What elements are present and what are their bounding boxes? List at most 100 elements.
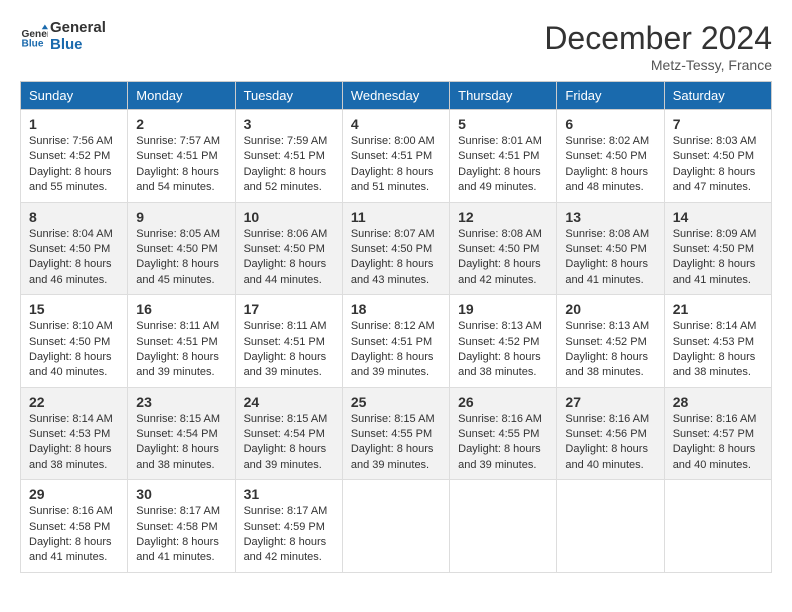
- calendar-cell: 6 Sunrise: 8:02 AMSunset: 4:50 PMDaylight…: [557, 110, 664, 203]
- calendar-cell: [450, 480, 557, 573]
- calendar-cell: 27Sunrise: 8:16 AMSunset: 4:56 PMDayligh…: [557, 387, 664, 480]
- calendar-cell: 10 Sunrise: 8:06 AMSunset: 4:50 PMDayligh…: [235, 202, 342, 295]
- day-number: 10: [244, 209, 334, 225]
- day-info: Sunrise: 8:14 AMSunset: 4:53 PMDaylight:…: [673, 319, 763, 381]
- day-info: Sunrise: 8:04 AMSunset: 4:50 PMDaylight:…: [29, 227, 119, 289]
- day-number: 18: [351, 301, 441, 317]
- calendar-cell: 17 Sunrise: 8:11 AMSunset: 4:51 PMDayligh…: [235, 295, 342, 388]
- day-info: Sunrise: 8:15 AMSunset: 4:54 PMDaylight:…: [136, 412, 226, 474]
- weekday-header: Thursday: [450, 82, 557, 110]
- calendar-cell: 30 Sunrise: 8:17 AMSunset: 4:58 PMDayligh…: [128, 480, 235, 573]
- day-info: Sunrise: 8:07 AMSunset: 4:50 PMDaylight:…: [351, 227, 441, 289]
- calendar-cell: 9 Sunrise: 8:05 AMSunset: 4:50 PMDaylight…: [128, 202, 235, 295]
- day-info: Sunrise: 8:01 AMSunset: 4:51 PMDaylight:…: [458, 134, 548, 196]
- weekday-header: Wednesday: [342, 82, 449, 110]
- day-info: Sunrise: 8:08 AMSunset: 4:50 PMDaylight:…: [565, 227, 655, 289]
- day-info: Sunrise: 8:06 AMSunset: 4:50 PMDaylight:…: [244, 227, 334, 289]
- day-number: 30: [136, 486, 226, 502]
- day-number: 6: [565, 116, 655, 132]
- day-info: Sunrise: 8:05 AMSunset: 4:50 PMDaylight:…: [136, 227, 226, 289]
- calendar-cell: 25 Sunrise: 8:15 AMSunset: 4:55 PMDayligh…: [342, 387, 449, 480]
- calendar-cell: 20 Sunrise: 8:13 AMSunset: 4:52 PMDayligh…: [557, 295, 664, 388]
- day-info: Sunrise: 8:10 AMSunset: 4:50 PMDaylight:…: [29, 319, 119, 381]
- calendar-cell: 16 Sunrise: 8:11 AMSunset: 4:51 PMDayligh…: [128, 295, 235, 388]
- day-info: Sunrise: 8:15 AMSunset: 4:55 PMDaylight:…: [351, 412, 441, 474]
- weekday-header: Friday: [557, 82, 664, 110]
- day-number: 25: [351, 394, 441, 410]
- day-number: 15: [29, 301, 119, 317]
- day-info: Sunrise: 8:11 AMSunset: 4:51 PMDaylight:…: [244, 319, 334, 381]
- calendar-cell: 11 Sunrise: 8:07 AMSunset: 4:50 PMDayligh…: [342, 202, 449, 295]
- day-number: 14: [673, 209, 763, 225]
- logo-icon: General Blue: [20, 23, 48, 51]
- weekday-header: Sunday: [21, 82, 128, 110]
- calendar-cell: 18 Sunrise: 8:12 AMSunset: 4:51 PMDayligh…: [342, 295, 449, 388]
- title-block: December 2024 Metz-Tessy, France: [544, 20, 772, 73]
- calendar-cell: 5 Sunrise: 8:01 AMSunset: 4:51 PMDaylight…: [450, 110, 557, 203]
- calendar-cell: [664, 480, 771, 573]
- calendar-cell: 26 Sunrise: 8:16 AMSunset: 4:55 PMDayligh…: [450, 387, 557, 480]
- day-info: Sunrise: 7:56 AMSunset: 4:52 PMDaylight:…: [29, 134, 119, 196]
- calendar-cell: 1Sunrise: 7:56 AMSunset: 4:52 PMDaylight…: [21, 110, 128, 203]
- calendar-cell: 4Sunrise: 8:00 AMSunset: 4:51 PMDaylight…: [342, 110, 449, 203]
- day-number: 17: [244, 301, 334, 317]
- calendar-cell: 23 Sunrise: 8:15 AMSunset: 4:54 PMDayligh…: [128, 387, 235, 480]
- day-number: 27: [565, 394, 655, 410]
- logo-line2: Blue: [50, 37, 106, 54]
- day-info: Sunrise: 8:13 AMSunset: 4:52 PMDaylight:…: [565, 319, 655, 381]
- day-info: Sunrise: 8:03 AMSunset: 4:50 PMDaylight:…: [673, 134, 763, 196]
- day-info: Sunrise: 8:16 AMSunset: 4:58 PMDaylight:…: [29, 504, 119, 566]
- day-number: 24: [244, 394, 334, 410]
- weekday-header: Monday: [128, 82, 235, 110]
- day-number: 28: [673, 394, 763, 410]
- calendar-cell: 22 Sunrise: 8:14 AMSunset: 4:53 PMDayligh…: [21, 387, 128, 480]
- day-number: 2: [136, 116, 226, 132]
- day-number: 19: [458, 301, 548, 317]
- day-number: 7: [673, 116, 763, 132]
- day-number: 8: [29, 209, 119, 225]
- calendar-cell: 2 Sunrise: 7:57 AMSunset: 4:51 PMDaylight…: [128, 110, 235, 203]
- page-header: General Blue General Blue December 2024 …: [20, 20, 772, 73]
- day-info: Sunrise: 7:57 AMSunset: 4:51 PMDaylight:…: [136, 134, 226, 196]
- day-info: Sunrise: 8:00 AMSunset: 4:51 PMDaylight:…: [351, 134, 441, 196]
- calendar-cell: 3 Sunrise: 7:59 AMSunset: 4:51 PMDaylight…: [235, 110, 342, 203]
- svg-text:Blue: Blue: [22, 38, 44, 49]
- day-info: Sunrise: 8:16 AMSunset: 4:57 PMDaylight:…: [673, 412, 763, 474]
- calendar-cell: 7 Sunrise: 8:03 AMSunset: 4:50 PMDaylight…: [664, 110, 771, 203]
- day-number: 29: [29, 486, 119, 502]
- day-number: 21: [673, 301, 763, 317]
- day-number: 16: [136, 301, 226, 317]
- calendar-cell: 21 Sunrise: 8:14 AMSunset: 4:53 PMDayligh…: [664, 295, 771, 388]
- day-number: 23: [136, 394, 226, 410]
- day-number: 13: [565, 209, 655, 225]
- day-number: 11: [351, 209, 441, 225]
- day-info: Sunrise: 8:02 AMSunset: 4:50 PMDaylight:…: [565, 134, 655, 196]
- calendar-cell: 24Sunrise: 8:15 AMSunset: 4:54 PMDayligh…: [235, 387, 342, 480]
- calendar-cell: 14 Sunrise: 8:09 AMSunset: 4:50 PMDayligh…: [664, 202, 771, 295]
- calendar-table: SundayMondayTuesdayWednesdayThursdayFrid…: [20, 81, 772, 573]
- calendar-cell: 12Sunrise: 8:08 AMSunset: 4:50 PMDayligh…: [450, 202, 557, 295]
- day-number: 31: [244, 486, 334, 502]
- calendar-cell: 29 Sunrise: 8:16 AMSunset: 4:58 PMDayligh…: [21, 480, 128, 573]
- calendar-cell: 13 Sunrise: 8:08 AMSunset: 4:50 PMDayligh…: [557, 202, 664, 295]
- calendar-cell: 8 Sunrise: 8:04 AMSunset: 4:50 PMDaylight…: [21, 202, 128, 295]
- weekday-header: Tuesday: [235, 82, 342, 110]
- day-number: 5: [458, 116, 548, 132]
- day-info: Sunrise: 8:17 AMSunset: 4:58 PMDaylight:…: [136, 504, 226, 566]
- day-number: 22: [29, 394, 119, 410]
- day-info: Sunrise: 8:09 AMSunset: 4:50 PMDaylight:…: [673, 227, 763, 289]
- day-number: 9: [136, 209, 226, 225]
- day-info: Sunrise: 8:17 AMSunset: 4:59 PMDaylight:…: [244, 504, 334, 566]
- day-info: Sunrise: 8:11 AMSunset: 4:51 PMDaylight:…: [136, 319, 226, 381]
- day-info: Sunrise: 8:16 AMSunset: 4:55 PMDaylight:…: [458, 412, 548, 474]
- day-number: 3: [244, 116, 334, 132]
- day-number: 12: [458, 209, 548, 225]
- location-subtitle: Metz-Tessy, France: [544, 57, 772, 73]
- calendar-cell: 19Sunrise: 8:13 AMSunset: 4:52 PMDayligh…: [450, 295, 557, 388]
- day-info: Sunrise: 8:12 AMSunset: 4:51 PMDaylight:…: [351, 319, 441, 381]
- day-number: 20: [565, 301, 655, 317]
- day-info: Sunrise: 8:14 AMSunset: 4:53 PMDaylight:…: [29, 412, 119, 474]
- calendar-cell: 31 Sunrise: 8:17 AMSunset: 4:59 PMDayligh…: [235, 480, 342, 573]
- day-info: Sunrise: 7:59 AMSunset: 4:51 PMDaylight:…: [244, 134, 334, 196]
- day-number: 26: [458, 394, 548, 410]
